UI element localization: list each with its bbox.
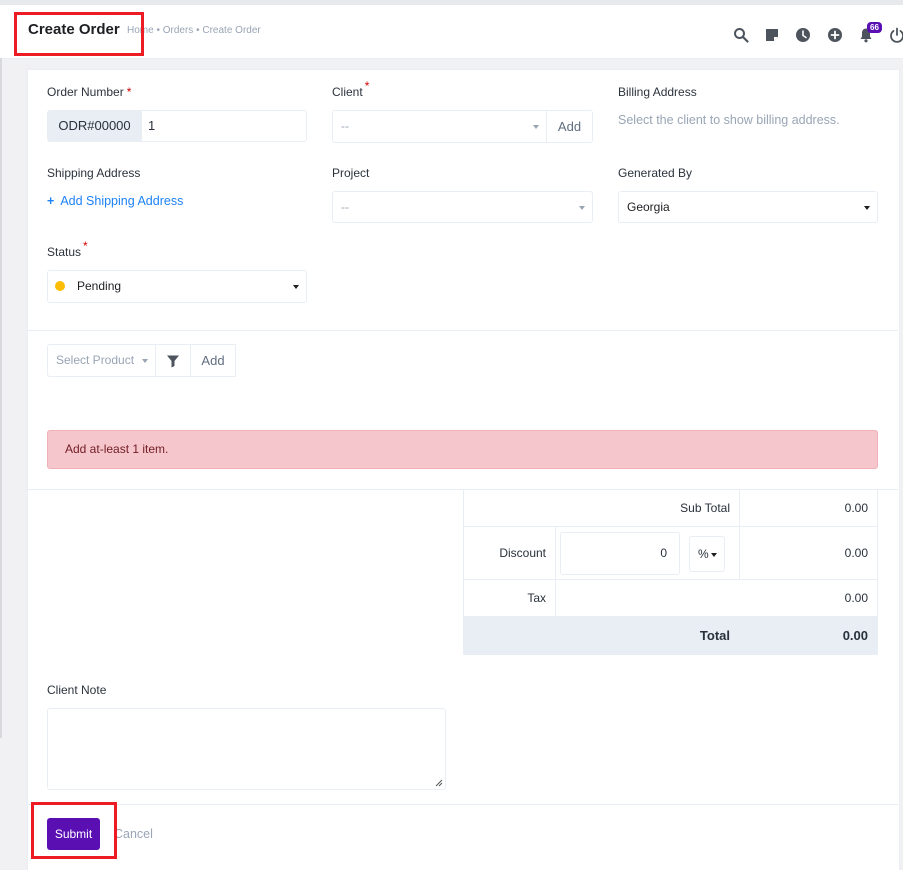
resize-grip-icon[interactable]: [435, 779, 443, 787]
highlight-box-submit: [31, 802, 117, 859]
clock-icon[interactable]: [795, 27, 811, 43]
project-select[interactable]: --: [332, 191, 593, 223]
filter-button[interactable]: [155, 344, 191, 377]
discount-label: Discount: [463, 526, 556, 580]
client-select-value: --: [341, 119, 349, 133]
breadcrumb-current: Create Order: [202, 25, 261, 36]
chevron-down-icon: [293, 285, 299, 289]
chevron-down-icon: [142, 359, 148, 363]
plus-icon: +: [47, 194, 55, 208]
order-number-prefix: ODR#00000: [47, 110, 142, 142]
breadcrumb: Home • Orders • Create Order: [127, 25, 261, 36]
cancel-link[interactable]: Cancel: [114, 827, 153, 841]
client-label: Client *: [332, 79, 370, 99]
select-product-placeholder: Select Product: [56, 353, 135, 367]
shipping-address-label: Shipping Address: [47, 166, 141, 180]
chevron-down-icon: [533, 125, 539, 129]
project-select-value: --: [341, 200, 349, 214]
client-note-textarea[interactable]: [47, 708, 446, 790]
highlight-box-title: [14, 12, 144, 56]
discount-input[interactable]: 0: [560, 532, 680, 575]
status-label: Status *: [47, 239, 88, 259]
section-divider: [27, 330, 898, 331]
alert-message: Add at-least 1 item.: [47, 430, 878, 469]
generated-by-value: Georgia: [627, 200, 670, 214]
subtotal-value: 0.00: [739, 489, 878, 527]
total-value: 0.00: [739, 616, 878, 655]
tax-label: Tax: [463, 579, 556, 617]
total-label: Total: [463, 616, 740, 655]
section-divider: [27, 804, 898, 805]
client-note-label: Client Note: [47, 683, 107, 697]
billing-address-label: Billing Address: [618, 85, 697, 99]
filter-icon: [167, 355, 179, 368]
generated-by-select[interactable]: Georgia: [618, 191, 878, 223]
discount-type-select[interactable]: %: [689, 536, 725, 572]
status-select[interactable]: Pending: [47, 270, 307, 303]
chevron-down-icon: [864, 206, 870, 210]
add-product-button[interactable]: Add: [190, 344, 236, 377]
power-icon[interactable]: [889, 27, 903, 43]
add-shipping-address-link[interactable]: + Add Shipping Address: [47, 194, 183, 208]
generated-by-label: Generated By: [618, 166, 693, 180]
project-label: Project: [332, 166, 370, 180]
notification-badge: 66: [867, 22, 882, 33]
subtotal-label: Sub Total: [463, 489, 740, 527]
select-product-dropdown[interactable]: Select Product: [47, 344, 156, 377]
breadcrumb-orders[interactable]: Orders: [163, 25, 194, 36]
status-value: Pending: [77, 279, 122, 293]
client-select[interactable]: --: [332, 110, 547, 143]
sticky-note-icon[interactable]: [764, 27, 780, 43]
chevron-down-icon: [711, 553, 717, 557]
billing-address-hint: Select the client to show billing addres…: [618, 113, 840, 127]
order-number-input[interactable]: 1: [141, 110, 307, 142]
tax-value: 0.00: [555, 579, 878, 617]
order-number-label: Order Number *: [47, 85, 132, 99]
add-client-button[interactable]: Add: [546, 110, 593, 143]
discount-value: 0.00: [739, 526, 878, 580]
discount-type-value: %: [698, 547, 709, 561]
search-icon[interactable]: [733, 27, 749, 43]
left-edge: [0, 58, 2, 738]
status-dot-icon: [55, 281, 65, 291]
chevron-down-icon: [579, 206, 585, 210]
plus-circle-icon[interactable]: [827, 27, 843, 43]
